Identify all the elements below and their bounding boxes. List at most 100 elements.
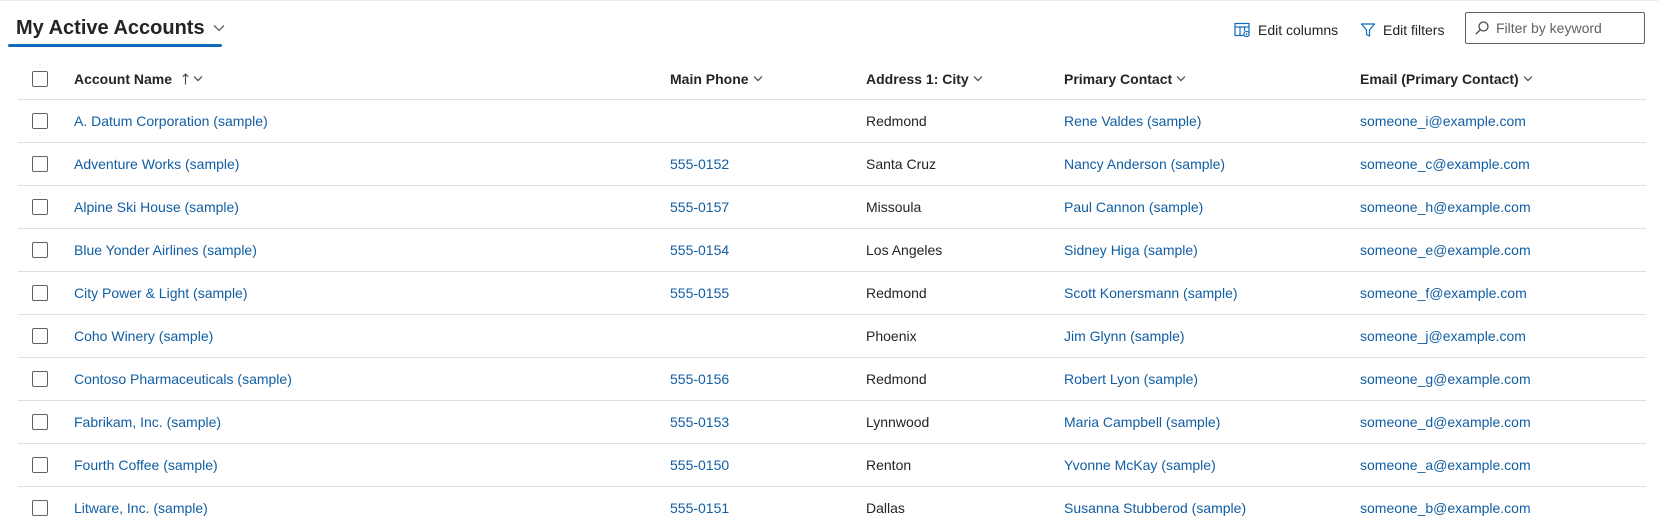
row-checkbox[interactable] (32, 328, 48, 344)
city-cell: Renton (866, 457, 912, 473)
row-checkbox[interactable] (32, 113, 48, 129)
row-checkbox[interactable] (32, 156, 48, 172)
city-cell: Dallas (866, 500, 905, 516)
main-phone-link[interactable]: 555-0150 (670, 444, 729, 486)
primary-contact-link[interactable]: Susanna Stubberod (sample) (1064, 487, 1246, 524)
account-name-link[interactable]: City Power & Light (sample) (74, 272, 248, 314)
row-checkbox[interactable] (32, 500, 48, 516)
primary-contact-link[interactable]: Robert Lyon (sample) (1064, 358, 1198, 400)
table-row[interactable]: Adventure Works (sample) 555-0152 Santa … (18, 143, 1646, 186)
column-header-label: Main Phone (670, 70, 749, 87)
edit-filters-label: Edit filters (1383, 22, 1445, 38)
main-phone-link[interactable]: 555-0156 (670, 358, 729, 400)
row-checkbox[interactable] (32, 242, 48, 258)
account-name-link[interactable]: A. Datum Corporation (sample) (74, 100, 268, 142)
account-name-link[interactable]: Fabrikam, Inc. (sample) (74, 401, 221, 443)
primary-contact-link[interactable]: Sidney Higa (sample) (1064, 229, 1198, 271)
column-header-main-phone[interactable]: Main Phone (670, 58, 763, 99)
column-header-label: Email (Primary Contact) (1360, 70, 1519, 87)
chevron-down-icon (1519, 75, 1533, 82)
edit-columns-label: Edit columns (1258, 22, 1339, 38)
table-row[interactable]: Coho Winery (sample) Phoenix Jim Glynn (… (18, 315, 1646, 358)
email-link[interactable]: someone_f@example.com (1360, 272, 1527, 314)
primary-contact-link[interactable]: Maria Campbell (sample) (1064, 401, 1220, 443)
search-icon (1474, 20, 1496, 36)
table-row[interactable]: Blue Yonder Airlines (sample) 555-0154 L… (18, 229, 1646, 272)
row-checkbox[interactable] (32, 285, 48, 301)
email-link[interactable]: someone_i@example.com (1360, 100, 1526, 142)
primary-contact-link[interactable]: Paul Cannon (sample) (1064, 186, 1203, 228)
row-select-cell (32, 487, 48, 524)
table-row[interactable]: Contoso Pharmaceuticals (sample) 555-015… (18, 358, 1646, 401)
column-header-city[interactable]: Address 1: City (866, 58, 983, 99)
accounts-view-page: My Active Accounts Edit columns Edit fil… (0, 0, 1658, 524)
row-checkbox[interactable] (32, 199, 48, 215)
account-name-link[interactable]: Blue Yonder Airlines (sample) (74, 229, 257, 271)
main-phone-link[interactable]: 555-0151 (670, 487, 729, 524)
email-link[interactable]: someone_b@example.com (1360, 487, 1531, 524)
filter-by-keyword-input[interactable] (1496, 20, 1636, 36)
row-checkbox[interactable] (32, 457, 48, 473)
city-cell: Phoenix (866, 328, 917, 344)
main-phone-link[interactable]: 555-0154 (670, 229, 729, 271)
account-name-link[interactable]: Alpine Ski House (sample) (74, 186, 239, 228)
primary-contact-link[interactable]: Rene Valdes (sample) (1064, 100, 1201, 142)
filter-by-keyword-box[interactable] (1465, 12, 1645, 44)
main-phone-link[interactable]: 555-0152 (670, 143, 729, 185)
view-selector[interactable]: My Active Accounts (8, 10, 233, 46)
city-cell: Lynnwood (866, 414, 930, 430)
table-row[interactable]: Litware, Inc. (sample) 555-0151 Dallas S… (18, 487, 1646, 524)
email-link[interactable]: someone_e@example.com (1360, 229, 1531, 271)
chevron-down-icon (1172, 75, 1186, 82)
account-name-link[interactable]: Coho Winery (sample) (74, 315, 213, 357)
column-header-primary-contact[interactable]: Primary Contact (1064, 58, 1186, 99)
row-checkbox[interactable] (32, 371, 48, 387)
chevron-down-icon (213, 24, 225, 32)
account-name-link[interactable]: Fourth Coffee (sample) (74, 444, 218, 486)
account-name-link[interactable]: Contoso Pharmaceuticals (sample) (74, 358, 292, 400)
row-checkbox[interactable] (32, 414, 48, 430)
primary-contact-link[interactable]: Scott Konersmann (sample) (1064, 272, 1238, 314)
select-all-checkbox[interactable] (32, 70, 48, 87)
email-link[interactable]: someone_j@example.com (1360, 315, 1526, 357)
email-link[interactable]: someone_g@example.com (1360, 358, 1531, 400)
city-cell: Redmond (866, 113, 927, 129)
city-cell: Missoula (866, 199, 922, 215)
column-header-label: Address 1: City (866, 70, 969, 87)
chevron-down-icon (189, 75, 203, 82)
city-cell: Santa Cruz (866, 156, 937, 172)
email-link[interactable]: someone_h@example.com (1360, 186, 1531, 228)
city-cell: Los Angeles (866, 242, 943, 258)
account-name-link[interactable]: Adventure Works (sample) (74, 143, 239, 185)
table-row[interactable]: Fourth Coffee (sample) 555-0150 Renton Y… (18, 444, 1646, 487)
table-row[interactable]: City Power & Light (sample) 555-0155 Red… (18, 272, 1646, 315)
table-row[interactable]: Alpine Ski House (sample) 555-0157 Misso… (18, 186, 1646, 229)
main-phone-link[interactable]: 555-0157 (670, 186, 729, 228)
row-select-cell (32, 143, 48, 185)
main-phone-link[interactable]: 555-0153 (670, 401, 729, 443)
select-all-cell (32, 58, 48, 99)
column-header-email[interactable]: Email (Primary Contact) (1360, 58, 1533, 99)
primary-contact-link[interactable]: Nancy Anderson (sample) (1064, 143, 1225, 185)
edit-columns-button[interactable]: Edit columns (1234, 18, 1338, 42)
edit-filters-button[interactable]: Edit filters (1360, 18, 1444, 42)
row-select-cell (32, 272, 48, 314)
account-name-link[interactable]: Litware, Inc. (sample) (74, 487, 208, 524)
primary-contact-link[interactable]: Jim Glynn (sample) (1064, 315, 1185, 357)
email-link[interactable]: someone_a@example.com (1360, 444, 1531, 486)
top-divider (0, 0, 1658, 1)
table-row[interactable]: Fabrikam, Inc. (sample) 555-0153 Lynnwoo… (18, 401, 1646, 444)
primary-contact-link[interactable]: Yvonne McKay (sample) (1064, 444, 1216, 486)
main-phone-link[interactable]: 555-0155 (670, 272, 729, 314)
row-select-cell (32, 444, 48, 486)
email-link[interactable]: someone_c@example.com (1360, 143, 1530, 185)
view-selector-underline (8, 44, 222, 47)
table-row[interactable]: A. Datum Corporation (sample) Redmond Re… (18, 100, 1646, 143)
chevron-down-icon (749, 75, 763, 82)
chevron-down-icon (969, 75, 983, 82)
email-link[interactable]: someone_d@example.com (1360, 401, 1531, 443)
city-cell: Redmond (866, 285, 927, 301)
column-header-account-name[interactable]: Account Name (74, 58, 203, 99)
row-select-cell (32, 229, 48, 271)
row-select-cell (32, 358, 48, 400)
